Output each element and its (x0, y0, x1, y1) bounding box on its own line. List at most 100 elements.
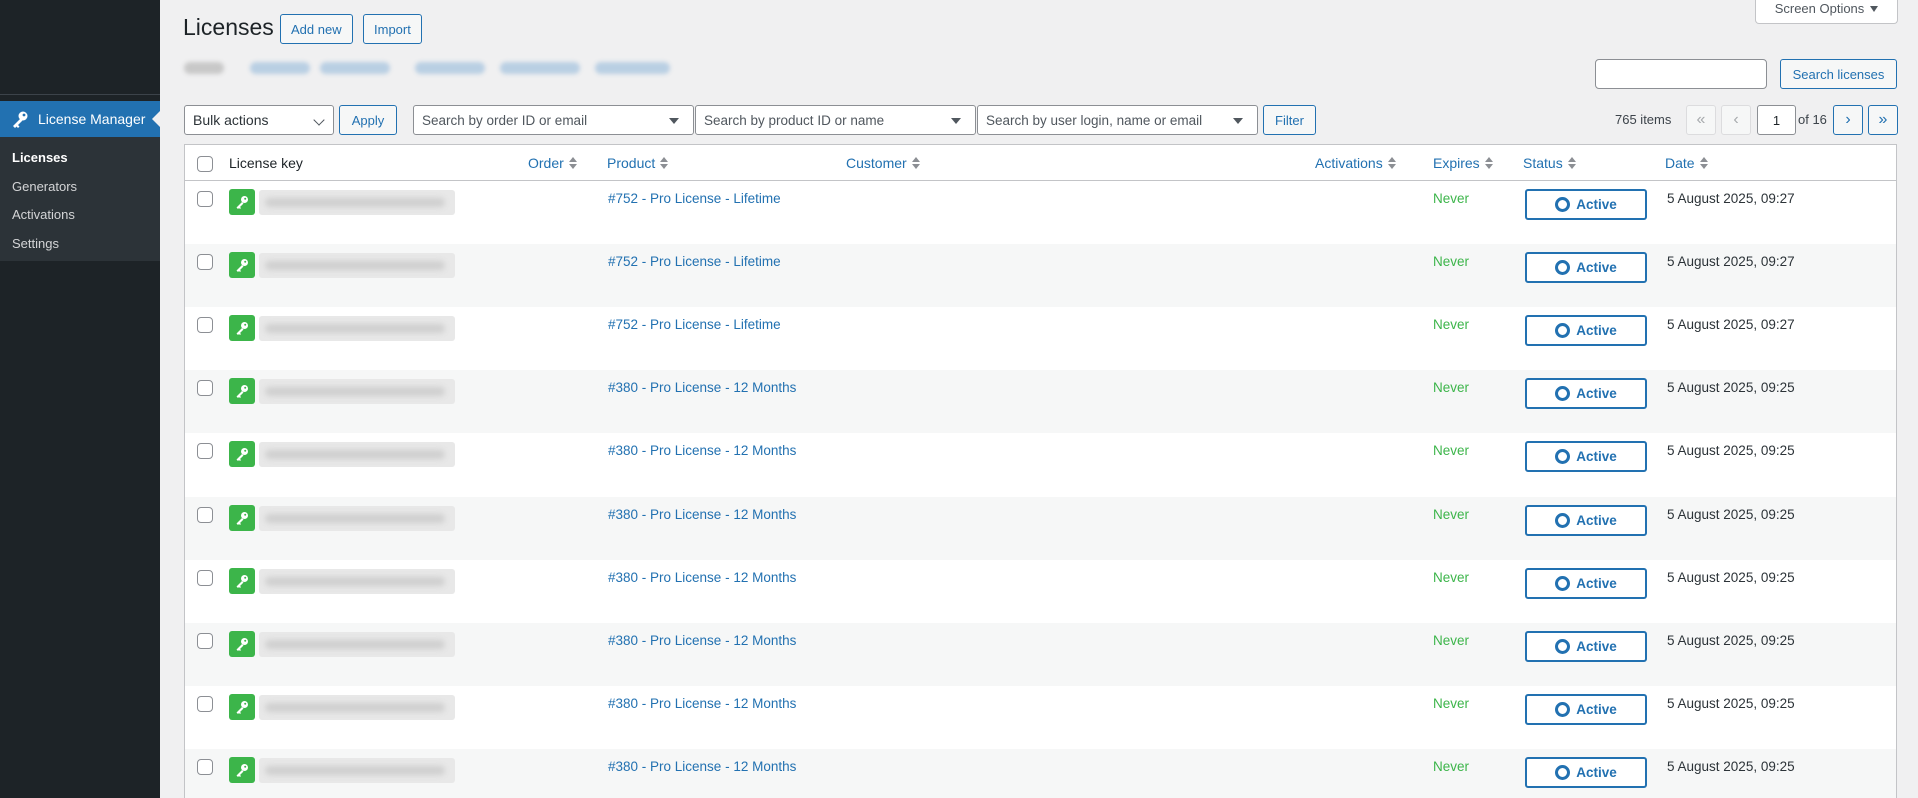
screen-options-button[interactable]: Screen Options (1755, 0, 1898, 24)
column-product[interactable]: Product (607, 155, 669, 171)
key-icon (229, 441, 255, 468)
date-value: 5 August 2025, 09:27 (1667, 191, 1795, 206)
status-badge: Active (1525, 504, 1647, 536)
sidebar-separator (0, 94, 160, 95)
table-header: License key Order Product Customer Activ… (185, 145, 1896, 181)
column-label: Customer (846, 155, 907, 171)
sidebar-submenu: Licenses Generators Activations Settings (0, 137, 160, 261)
license-key-redacted (259, 379, 455, 405)
expires-value: Never (1433, 317, 1470, 333)
search-input[interactable] (1595, 59, 1767, 89)
status-circle-icon (1555, 701, 1571, 717)
status-circle-icon (1555, 638, 1571, 654)
status-badge: Active (1525, 693, 1647, 725)
date-value: 5 August 2025, 09:27 (1667, 317, 1795, 333)
license-key-redacted (259, 568, 455, 594)
submenu-activations[interactable]: Activations (0, 201, 160, 230)
product-link[interactable]: #752 - Pro License - Lifetime (608, 254, 781, 269)
table-row: #380 - Pro License - 12 Months Never Activ… (185, 370, 1896, 434)
sidebar-item-license-manager[interactable]: License Manager (0, 101, 160, 137)
row-checkbox[interactable] (197, 317, 213, 334)
chevron-down-icon (313, 114, 325, 126)
column-license-key: License key (229, 155, 303, 171)
row-checkbox[interactable] (197, 632, 213, 649)
row-checkbox[interactable] (197, 380, 213, 397)
order-search-select[interactable]: Search by order ID or email (413, 105, 694, 135)
product-link[interactable]: #380 - Pro License - 12 Months (608, 570, 796, 585)
bulk-actions-select[interactable]: Bulk actions (184, 105, 334, 135)
status-label: Active (1576, 512, 1617, 528)
table-row: #752 - Pro License - Lifetime Never Active… (185, 307, 1896, 370)
row-checkbox[interactable] (197, 191, 213, 207)
submenu-licenses[interactable]: Licenses (0, 144, 160, 173)
previous-page-button[interactable]: ‹ (1721, 105, 1751, 135)
product-link[interactable]: #380 - Pro License - 12 Months (608, 633, 796, 648)
status-badge: Active (1525, 189, 1647, 220)
status-label: Active (1576, 638, 1617, 654)
license-key-redacted (259, 505, 455, 531)
product-search-select[interactable]: Search by product ID or name (695, 105, 976, 135)
submenu-settings[interactable]: Settings (0, 230, 160, 259)
column-label: Product (607, 155, 656, 171)
user-search-select[interactable]: Search by user login, name or email (977, 105, 1258, 135)
first-page-button[interactable]: « (1686, 105, 1716, 135)
status-label: Active (1576, 260, 1617, 276)
license-key-redacted (259, 757, 455, 783)
product-link[interactable]: #752 - Pro License - Lifetime (608, 191, 781, 206)
product-link[interactable]: #380 - Pro License - 12 Months (608, 507, 796, 522)
status-badge: Active (1525, 252, 1647, 284)
product-link[interactable]: #380 - Pro License - 12 Months (608, 443, 796, 458)
key-icon (229, 189, 255, 215)
column-expires[interactable]: Expires (1433, 155, 1493, 171)
caret-down-icon (951, 118, 961, 124)
bulk-actions-value: Bulk actions (193, 112, 269, 128)
license-key-redacted (259, 442, 455, 468)
next-page-button[interactable]: › (1833, 105, 1863, 135)
product-link[interactable]: #380 - Pro License - 12 Months (608, 380, 796, 395)
column-label: Status (1523, 155, 1563, 171)
column-activations[interactable]: Activations (1315, 155, 1396, 171)
row-checkbox[interactable] (197, 443, 213, 460)
status-circle-icon (1555, 512, 1571, 528)
product-link[interactable]: #752 - Pro License - Lifetime (608, 317, 781, 332)
column-status[interactable]: Status (1523, 155, 1576, 171)
last-page-button[interactable]: » (1868, 105, 1898, 135)
add-new-button[interactable]: Add new (280, 14, 353, 44)
expires-value: Never (1433, 695, 1470, 711)
date-value: 5 August 2025, 09:25 (1667, 632, 1795, 648)
caret-down-icon (669, 118, 679, 124)
column-date[interactable]: Date (1665, 155, 1708, 171)
status-label: Active (1576, 323, 1617, 339)
status-badge: Active (1525, 567, 1647, 599)
column-customer[interactable]: Customer (846, 155, 920, 171)
status-circle-icon (1555, 449, 1571, 465)
row-checkbox[interactable] (197, 758, 213, 775)
caret-down-icon (1870, 5, 1879, 12)
search-licenses-button[interactable]: Search licenses (1780, 59, 1897, 89)
total-pages: of 16 (1798, 112, 1827, 127)
table-row: #752 - Pro License - Lifetime Never Active… (185, 181, 1896, 244)
row-checkbox[interactable] (197, 695, 213, 712)
filter-button[interactable]: Filter (1263, 105, 1316, 135)
table-row: #380 - Pro License - 12 Months Never Activ… (185, 496, 1896, 560)
sort-icon (568, 157, 577, 169)
row-checkbox[interactable] (197, 254, 213, 271)
column-order[interactable]: Order (528, 155, 577, 171)
status-label: Active (1576, 575, 1617, 591)
sort-icon (660, 157, 669, 169)
column-label: Expires (1433, 155, 1480, 171)
status-label: Active (1576, 386, 1617, 402)
key-icon (229, 756, 255, 783)
product-link[interactable]: #380 - Pro License - 12 Months (608, 696, 796, 711)
submenu-generators[interactable]: Generators (0, 173, 160, 202)
current-page-input[interactable]: 1 (1757, 105, 1796, 135)
product-link[interactable]: #380 - Pro License - 12 Months (608, 759, 796, 774)
row-checkbox[interactable] (197, 569, 213, 586)
import-button[interactable]: Import (363, 14, 422, 44)
product-search-placeholder: Search by product ID or name (704, 112, 885, 128)
apply-button[interactable]: Apply (339, 105, 397, 135)
select-all-checkbox[interactable] (197, 156, 213, 172)
licenses-table: License key Order Product Customer Activ… (184, 144, 1897, 798)
table-row: #380 - Pro License - 12 Months Never Activ… (185, 560, 1896, 623)
row-checkbox[interactable] (197, 506, 213, 523)
